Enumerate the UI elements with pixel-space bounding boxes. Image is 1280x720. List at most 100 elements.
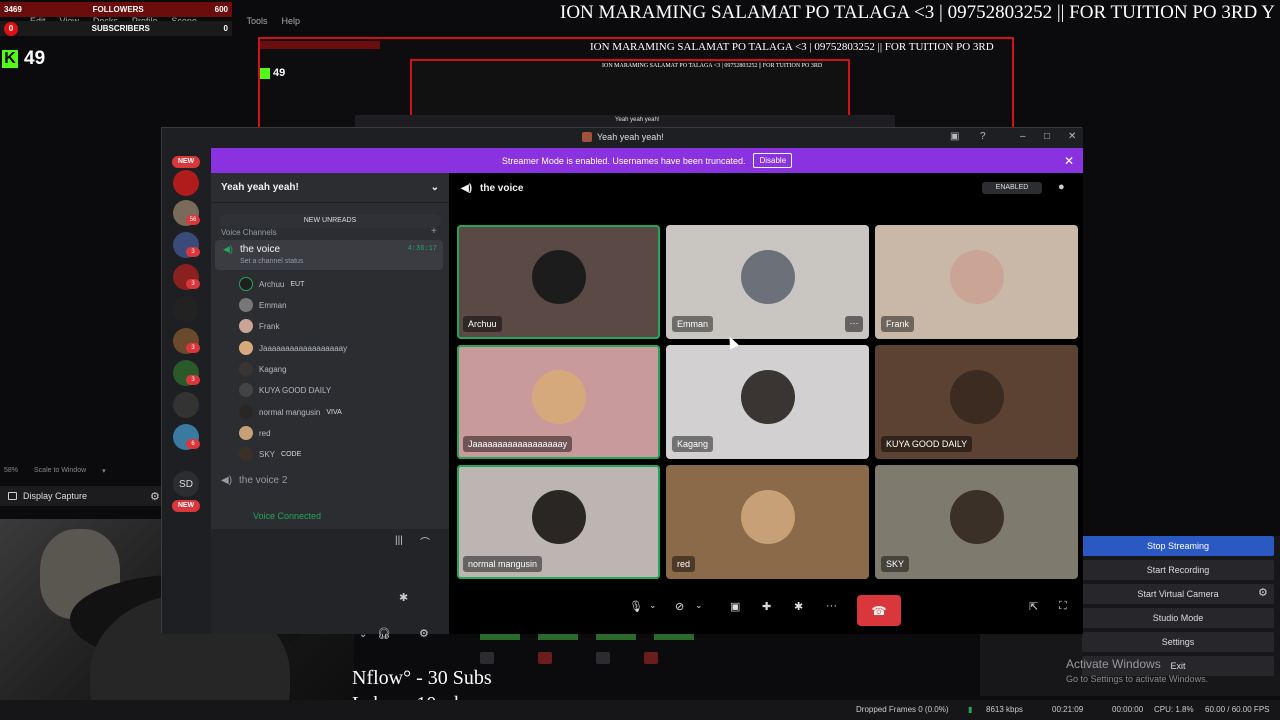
monitor-icon bbox=[8, 492, 17, 500]
inbox-icon[interactable]: ▣ bbox=[950, 131, 959, 142]
activate-subtitle: Go to Settings to activate Windows. bbox=[1066, 674, 1209, 684]
followers-overlay: 3469 FOLLOWERS 600 bbox=[0, 2, 232, 17]
avatar bbox=[239, 447, 253, 461]
menu-help[interactable]: Help bbox=[281, 16, 300, 30]
gear-icon[interactable]: ⚙ bbox=[419, 627, 429, 640]
chevron-down-icon[interactable]: ⌄ bbox=[695, 600, 703, 611]
participant-name: Frank bbox=[881, 316, 915, 332]
participant-tile[interactable]: Jaaaaaaaaaaaaaaaaaay bbox=[457, 345, 660, 459]
stop-streaming-button[interactable]: Stop Streaming bbox=[1082, 536, 1274, 556]
member-name: Archuu bbox=[259, 279, 285, 289]
minimize-icon[interactable]: – bbox=[1020, 131, 1026, 142]
new-badge: NEW bbox=[172, 156, 200, 168]
server-sd[interactable]: SD bbox=[173, 471, 199, 497]
server-icon[interactable] bbox=[173, 392, 199, 418]
noise-suppression-icon[interactable]: ||| bbox=[395, 535, 403, 546]
avatar bbox=[239, 319, 253, 333]
more-options-button[interactable]: ··· bbox=[845, 316, 863, 332]
discord-titlebar: Yeah yeah yeah! ▣ ? – □ ✕ bbox=[162, 128, 1083, 148]
pop-out-icon[interactable]: ⇱ bbox=[1029, 600, 1038, 613]
avatar bbox=[949, 370, 1004, 424]
avatar bbox=[239, 405, 253, 419]
gear-icon[interactable]: ⚙ bbox=[150, 490, 160, 503]
soundboard-icon[interactable]: ✱ bbox=[794, 600, 803, 613]
headphones-icon[interactable]: 🎧︎ bbox=[377, 627, 391, 640]
start-recording-button[interactable]: Start Recording bbox=[1082, 560, 1274, 580]
microphone-icon[interactable]: 🎙︎ bbox=[629, 600, 643, 613]
call-controls: 🎙︎ ⌄ ⊘ ⌄ ▣ ✚ ✱ ··· ☎ ⇱ ⛶ bbox=[449, 591, 1083, 627]
voice-member[interactable]: SKY CODE bbox=[239, 445, 301, 463]
participant-tile[interactable]: normal mangusin bbox=[457, 465, 660, 579]
server-icon[interactable] bbox=[173, 170, 199, 196]
member-name: SKY bbox=[259, 449, 276, 459]
more-icon[interactable]: ··· bbox=[826, 600, 837, 612]
voice-channel-the-voice[interactable]: ◀) the voice Set a channel status 4:36:1… bbox=[215, 240, 443, 270]
voice-member[interactable]: Jaaaaaaaaaaaaaaaaaay bbox=[239, 339, 347, 357]
nested-discord-title: Yeah yeah yeah! bbox=[615, 117, 660, 123]
voice-member[interactable]: Kagang bbox=[239, 360, 287, 378]
member-name: red bbox=[259, 428, 271, 438]
voice-member[interactable]: Archuu EUT bbox=[239, 275, 304, 293]
nested-followers-bar bbox=[260, 41, 380, 49]
bitrate: 8613 kbps bbox=[986, 705, 1023, 714]
voice-member[interactable]: Emman bbox=[239, 296, 287, 314]
server-icon[interactable] bbox=[173, 296, 199, 322]
subscribers-count: 0 bbox=[4, 21, 18, 36]
source-display-capture[interactable]: Display Capture bbox=[0, 486, 165, 506]
disconnect-call-button[interactable]: ☎ bbox=[857, 595, 901, 626]
voice-member[interactable]: normal mangusin VIVA bbox=[239, 403, 342, 421]
chevron-down-icon[interactable]: ⌄ bbox=[359, 629, 367, 640]
voice-member[interactable]: red bbox=[239, 424, 271, 442]
call-channel-name: the voice bbox=[480, 182, 524, 194]
activity-icon[interactable]: ✱ bbox=[399, 591, 408, 604]
voice-category[interactable]: Voice Channels bbox=[221, 228, 277, 237]
avatar bbox=[949, 490, 1004, 544]
voice-channel-the-voice-2[interactable]: ◀) the voice 2 bbox=[221, 475, 287, 486]
participant-tile[interactable]: red bbox=[666, 465, 869, 579]
stream-time: 00:21:09 bbox=[1052, 705, 1084, 714]
disconnect-icon[interactable]: ⌒ bbox=[420, 534, 430, 549]
add-channel-icon[interactable]: + bbox=[431, 226, 437, 237]
voice-connected-status[interactable]: Voice Connected bbox=[211, 507, 449, 527]
avatar bbox=[740, 490, 795, 544]
participant-tile[interactable]: Emman ··· bbox=[666, 225, 869, 339]
channel-status[interactable]: Set a channel status bbox=[240, 258, 303, 265]
chevron-down-icon[interactable]: ⌄ bbox=[649, 600, 657, 611]
settings-button[interactable]: Settings bbox=[1082, 632, 1274, 652]
gear-icon[interactable]: ⚙ bbox=[1258, 586, 1268, 599]
avatar bbox=[239, 362, 253, 376]
sub-goal-item: Nflow° - 30 Subs bbox=[352, 667, 492, 689]
server-badge: 6 bbox=[186, 439, 200, 449]
participant-tile[interactable]: Kagang bbox=[666, 345, 869, 459]
close-icon[interactable]: ✕ bbox=[1068, 131, 1076, 142]
start-virtual-camera-button[interactable]: Start Virtual Camera bbox=[1082, 584, 1274, 604]
chevron-down-icon: ⌄ bbox=[430, 182, 439, 193]
maximize-icon[interactable]: □ bbox=[1044, 131, 1050, 142]
participant-tile[interactable]: Frank bbox=[875, 225, 1078, 339]
close-icon[interactable]: ✕ bbox=[1064, 154, 1074, 168]
activities-icon[interactable]: ✚ bbox=[762, 600, 771, 613]
activate-title: Activate Windows bbox=[1066, 657, 1161, 671]
member-name: Kagang bbox=[259, 364, 287, 374]
menu-tools[interactable]: Tools bbox=[246, 16, 267, 30]
obs-preview-scale[interactable]: 58% Scale to Window ▾ bbox=[4, 467, 106, 475]
screen-share-icon[interactable]: ▣ bbox=[730, 600, 740, 613]
participant-tile[interactable]: KUYA GOOD DAILY bbox=[875, 345, 1078, 459]
participant-name: Kagang bbox=[672, 436, 714, 452]
guild-header[interactable]: Yeah yeah yeah! ⌄ bbox=[211, 173, 449, 203]
nested-ticker-2: ION MARAMING SALAMAT PO TALAGA <3 | 0975… bbox=[602, 63, 823, 69]
fullscreen-icon[interactable]: ⛶ bbox=[1059, 600, 1067, 613]
voice-member[interactable]: KUYA GOOD DAILY bbox=[239, 381, 331, 399]
voice-member[interactable]: Frank bbox=[239, 317, 279, 335]
participant-tile[interactable]: Archuu bbox=[457, 225, 660, 339]
studio-mode-button[interactable]: Studio Mode bbox=[1082, 608, 1274, 628]
new-unreads-pill[interactable]: NEW UNREADS bbox=[219, 214, 441, 228]
participant-tile[interactable]: SKY bbox=[875, 465, 1078, 579]
disable-button[interactable]: Disable bbox=[753, 153, 793, 168]
cpu-usage: CPU: 1.8% bbox=[1154, 705, 1194, 714]
help-icon[interactable]: ? bbox=[980, 131, 986, 142]
channel-timer: 4:36:17 bbox=[407, 245, 437, 253]
chat-icon[interactable]: ● bbox=[1058, 181, 1065, 193]
camera-off-icon[interactable]: ⊘ bbox=[675, 600, 684, 613]
member-name: Emman bbox=[259, 300, 287, 310]
